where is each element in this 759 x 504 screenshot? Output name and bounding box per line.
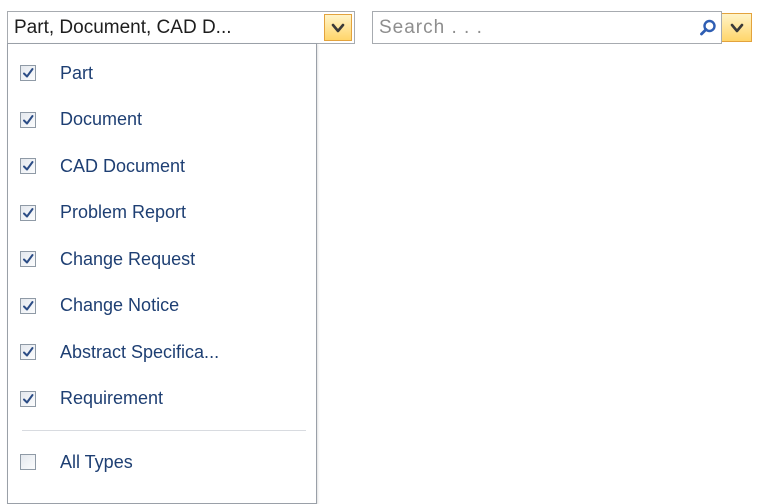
type-dropdown-list: Part Document CAD Document Problem Repor… <box>7 43 317 504</box>
type-option-change-request[interactable]: Change Request <box>8 236 316 283</box>
type-option-label: All Types <box>60 451 133 472</box>
type-checkbox[interactable] <box>20 111 36 128</box>
type-option-abstract-specification[interactable]: Abstract Specifica... <box>8 329 316 376</box>
all-types-checkbox[interactable] <box>20 454 36 470</box>
type-checkbox[interactable] <box>20 65 36 82</box>
type-option-label: Abstract Specifica... <box>60 341 220 362</box>
type-checkbox[interactable] <box>20 158 36 175</box>
type-option-label: Part <box>60 62 94 83</box>
checkmark-icon <box>23 393 34 404</box>
type-option-document[interactable]: Document <box>8 97 316 144</box>
type-selector-dropdown-button[interactable] <box>324 14 352 41</box>
type-option-part[interactable]: Part <box>8 50 316 97</box>
checkmark-icon <box>23 68 34 78</box>
search-options-button[interactable] <box>722 13 752 42</box>
checkmark-icon <box>23 300 34 311</box>
checkmark-icon <box>23 347 34 357</box>
checkmark-icon <box>23 254 34 264</box>
list-separator <box>22 430 306 431</box>
search-button[interactable] <box>695 14 721 41</box>
type-checkbox[interactable] <box>20 344 36 361</box>
type-option-cad-document[interactable]: CAD Document <box>8 143 316 190</box>
magnifier-icon <box>700 19 716 35</box>
type-option-label: Requirement <box>60 388 164 409</box>
type-option-label: Document <box>60 109 143 130</box>
type-option-label: Change Notice <box>60 295 180 316</box>
search-input[interactable] <box>373 12 695 43</box>
type-checkbox[interactable] <box>20 204 36 221</box>
type-option-label: Problem Report <box>60 202 187 223</box>
type-option-all-types[interactable]: All Types <box>8 439 316 485</box>
type-option-requirement[interactable]: Requirement <box>8 376 316 423</box>
type-checkbox[interactable] <box>20 297 36 314</box>
app-root: Part, Document, CAD D... Search . . . Pa… <box>0 0 759 504</box>
type-option-label: CAD Document <box>60 155 186 176</box>
checkmark-icon <box>23 207 34 218</box>
type-checkbox[interactable] <box>20 251 36 268</box>
type-option-label: Change Request <box>60 248 196 269</box>
type-selector-value[interactable]: Part, Document, CAD D... <box>8 12 324 43</box>
type-checkbox[interactable] <box>20 390 36 407</box>
chevron-down-icon <box>730 23 743 32</box>
type-option-problem-report[interactable]: Problem Report <box>8 190 316 237</box>
type-option-change-notice[interactable]: Change Notice <box>8 283 316 330</box>
search-box[interactable] <box>372 11 722 44</box>
chevron-down-icon <box>331 23 345 32</box>
type-selector-combobox[interactable]: Part, Document, CAD D... <box>7 11 355 44</box>
checkmark-icon <box>23 114 34 125</box>
checkmark-icon <box>23 161 34 171</box>
